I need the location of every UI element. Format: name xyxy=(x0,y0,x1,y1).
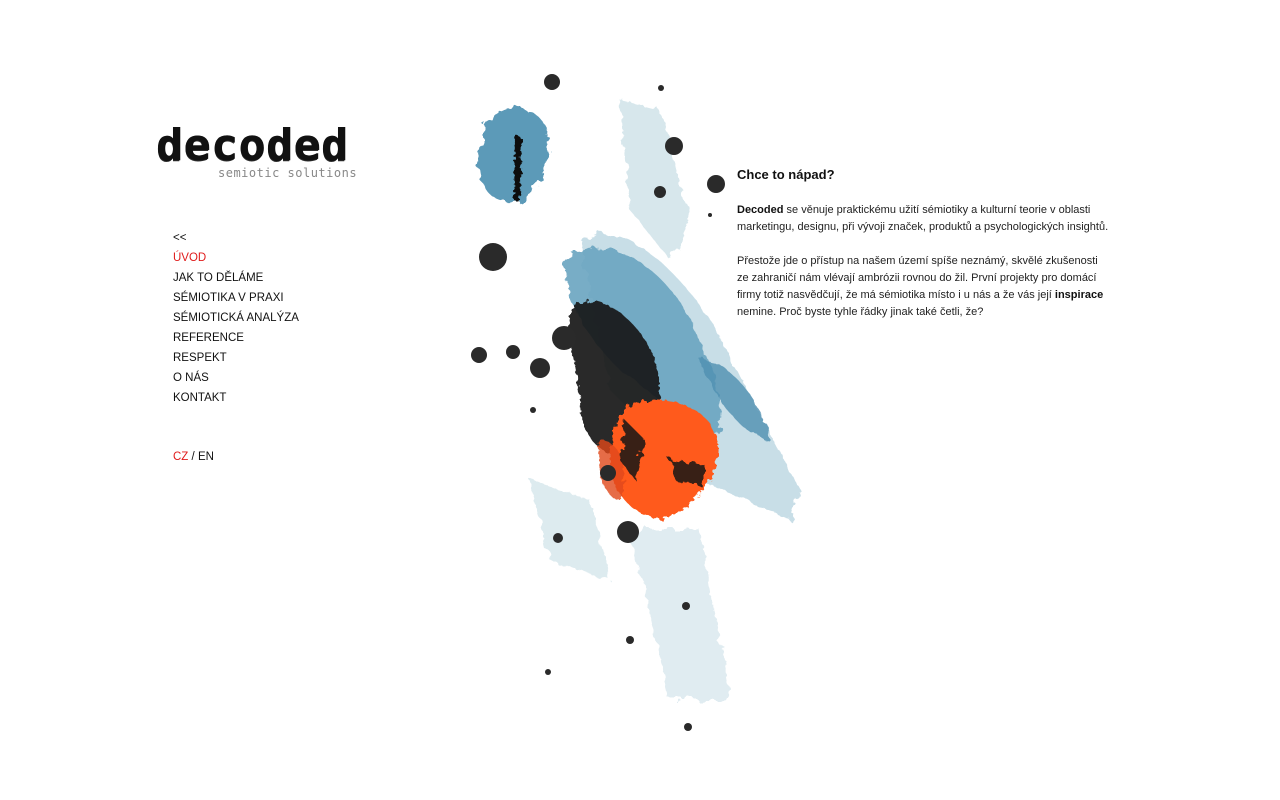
nav-item-reference[interactable]: REFERENCE xyxy=(173,330,299,350)
ink-splash-artwork xyxy=(471,74,800,731)
logo-wordmark: decoded xyxy=(156,120,349,171)
lang-cz-link[interactable]: CZ xyxy=(173,451,188,463)
nav-item-jak-to-delame[interactable]: JAK TO DĚLÁME xyxy=(173,270,299,290)
nav-item-uvod[interactable]: ÚVOD xyxy=(173,250,299,270)
language-switcher: CZ / EN xyxy=(173,450,214,464)
main-content: Chce to nápad? Decoded se věnuje praktic… xyxy=(737,166,1112,338)
nav-item-respekt[interactable]: RESPEKT xyxy=(173,350,299,370)
second-text-start: Přestože jde o přístup na našem území sp… xyxy=(737,255,1098,301)
intro-brand-name: Decoded xyxy=(737,204,784,216)
nav-item-o-nas[interactable]: O NÁS xyxy=(173,370,299,390)
second-paragraph: Přestože jde o přístup na našem území sp… xyxy=(737,253,1112,321)
nav-item-semioticka-analyza[interactable]: SÉMIOTICKÁ ANALÝZA xyxy=(173,310,299,330)
site-logo[interactable]: decoded semiotic solutions xyxy=(156,124,366,188)
lang-en-link[interactable]: EN xyxy=(198,451,214,463)
page-heading: Chce to nápad? xyxy=(737,167,835,182)
nav-item-kontakt[interactable]: KONTAKT xyxy=(173,390,299,410)
intro-text: se věnuje praktickému užití sémiotiky a … xyxy=(737,204,1109,233)
nav-back-link[interactable]: << xyxy=(173,230,299,250)
inspiration-keyword: inspirace xyxy=(1054,289,1104,301)
logo-tagline: semiotic solutions xyxy=(218,166,358,180)
intro-paragraph: Decoded se věnuje praktickému užití sémi… xyxy=(737,202,1112,236)
nav-item-semiotika-v-praxi[interactable]: SÉMIOTIKA V PRAXI xyxy=(173,290,299,310)
main-nav: << ÚVOD JAK TO DĚLÁME SÉMIOTIKA V PRAXI … xyxy=(173,230,299,410)
second-text-end: nemine. Proč byste tyhle řádky jinak tak… xyxy=(737,306,984,318)
lang-separator: / xyxy=(191,451,195,463)
